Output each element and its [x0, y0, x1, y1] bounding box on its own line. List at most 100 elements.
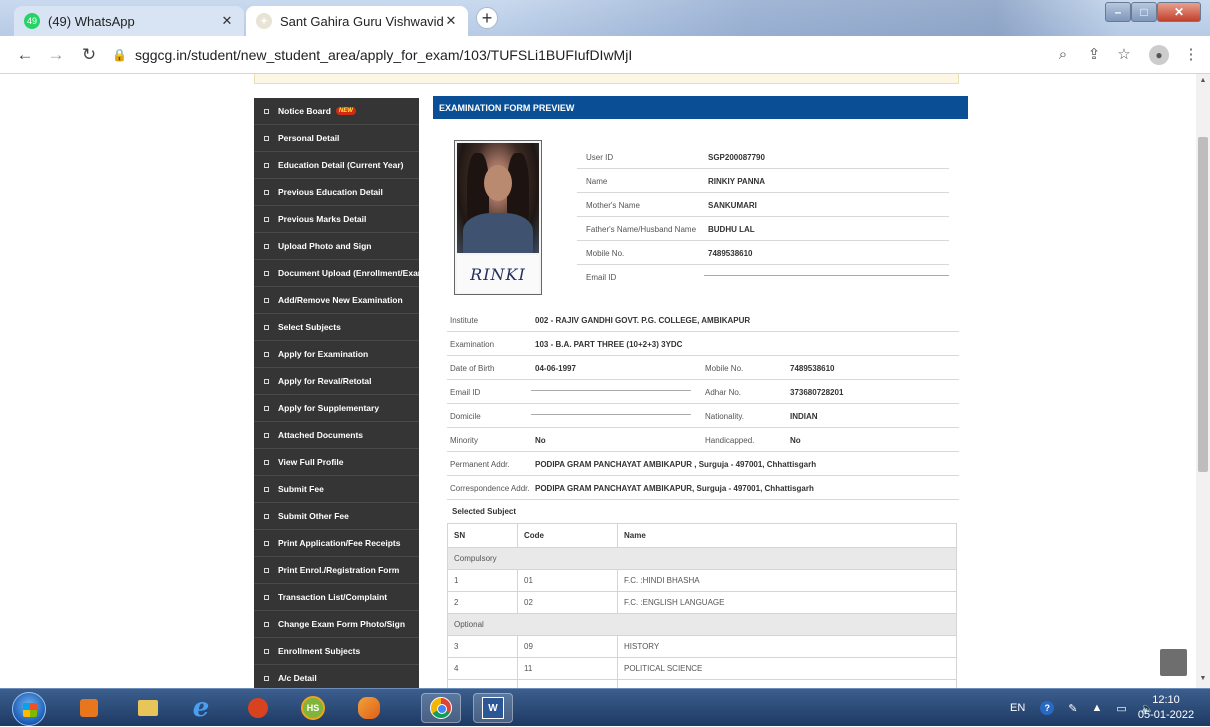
sidebar-item[interactable]: Submit Other Fee	[254, 503, 419, 530]
sidebar-item-label: Transaction List/Complaint	[278, 592, 388, 602]
scroll-up-icon[interactable]: ▲	[1196, 74, 1210, 88]
taskbar-media-player[interactable]	[74, 693, 104, 723]
sidebar-item[interactable]: Apply for Examination	[254, 341, 419, 368]
sidebar-item-label: Attached Documents	[278, 430, 364, 440]
sidebar-item[interactable]: Change Exam Form Photo/Sign	[254, 611, 419, 638]
taskbar-app-red[interactable]	[243, 693, 273, 723]
table-header-row: SN Code Name	[447, 523, 957, 548]
cell-sn: 4	[447, 657, 518, 680]
field-label: Email ID	[450, 388, 481, 397]
field-value: 103 - B.A. PART THREE (10+2+3) 3YDC	[535, 340, 683, 349]
tab-whatsapp[interactable]: 49 (49) WhatsApp ✕	[14, 6, 244, 36]
zoom-icon[interactable]: ⌕	[1052, 44, 1074, 66]
taskbar-file-explorer[interactable]	[133, 693, 163, 723]
clock-time: 12:10	[1152, 694, 1180, 706]
sidebar-item[interactable]: A/c Detail	[254, 665, 419, 688]
pen-icon[interactable]: ✎	[1068, 702, 1077, 715]
media-player-icon	[80, 699, 98, 717]
forward-icon[interactable]: →	[45, 44, 67, 66]
square-bullet-icon	[264, 378, 269, 384]
tab-university[interactable]: ✦ Sant Gahira Guru Vishwavidyalay ✕	[246, 6, 468, 36]
sidebar-item-label: Upload Photo and Sign	[278, 241, 372, 251]
sidebar-item-label: Previous Education Detail	[278, 187, 383, 197]
square-bullet-icon	[264, 189, 269, 195]
sidebar-item[interactable]: Attached Documents	[254, 422, 419, 449]
page-scrollbar[interactable]: ▲ ▼	[1196, 74, 1210, 688]
clock-date: 05-01-2022	[1137, 709, 1195, 721]
floating-action-button[interactable]	[1160, 649, 1187, 676]
network-icon[interactable]: ▭	[1116, 702, 1126, 715]
field-value: No	[535, 436, 546, 445]
field-label: Nationality.	[705, 412, 744, 421]
lock-icon[interactable]: 🔒	[112, 48, 127, 62]
sidebar-item[interactable]: Notice Board NEW	[254, 98, 419, 125]
maximize-button[interactable]: □	[1131, 2, 1157, 22]
scroll-down-icon[interactable]: ▼	[1196, 672, 1210, 686]
bookmark-star-icon[interactable]: ☆	[1113, 44, 1135, 66]
language-indicator[interactable]: EN	[1010, 702, 1025, 714]
square-bullet-icon	[264, 648, 269, 654]
sidebar-item[interactable]: Submit Fee	[254, 476, 419, 503]
group-label: Optional	[447, 613, 957, 636]
sidebar-item-label: A/c Detail	[278, 673, 317, 683]
sidebar-item[interactable]: Add/Remove New Examination	[254, 287, 419, 314]
square-bullet-icon	[264, 432, 269, 438]
field-label: Name	[586, 177, 608, 186]
tab-title: (49) WhatsApp	[48, 13, 135, 29]
sidebar-item[interactable]: View Full Profile	[254, 449, 419, 476]
sidebar-item[interactable]: Print Application/Fee Receipts	[254, 530, 419, 557]
close-icon[interactable]: ✕	[444, 13, 458, 29]
sidebar-item-label: Personal Detail	[278, 133, 340, 143]
sidebar-item[interactable]: Previous Education Detail	[254, 179, 419, 206]
field-value-empty	[704, 275, 949, 276]
reload-icon[interactable]: ↻	[78, 44, 100, 66]
student-side-menu: Notice Board NEW Personal Detail Education …	[254, 98, 428, 688]
sidebar-item[interactable]: Transaction List/Complaint	[254, 584, 419, 611]
share-icon[interactable]: ⇪	[1083, 44, 1105, 66]
field-value: 7489538610	[790, 364, 835, 373]
sidebar-item[interactable]: Enrollment Subjects	[254, 638, 419, 665]
profile-avatar[interactable]: ●	[1148, 44, 1170, 66]
sidebar-item[interactable]: Apply for Reval/Retotal	[254, 368, 419, 395]
sidebar-item[interactable]: Print Enrol./Registration Form	[254, 557, 419, 584]
sidebar-item[interactable]: Previous Marks Detail	[254, 206, 419, 233]
sidebar-item[interactable]: Apply for Supplementary	[254, 395, 419, 422]
taskbar-app-fox[interactable]	[354, 693, 384, 723]
sidebar-item-label: Education Detail (Current Year)	[278, 160, 404, 170]
menu-kebab-icon[interactable]: ⋮	[1180, 44, 1202, 66]
square-bullet-icon	[264, 216, 269, 222]
field-label: User ID	[586, 153, 614, 162]
help-icon[interactable]: ?	[1040, 701, 1055, 715]
taskbar-hs-app[interactable]: HS	[298, 693, 328, 723]
start-button[interactable]	[12, 692, 46, 726]
url-text[interactable]: sggcg.in/student/new_student_area/apply_…	[135, 47, 632, 63]
sidebar-item[interactable]: Upload Photo and Sign	[254, 233, 419, 260]
taskbar-internet-explorer[interactable]: e	[186, 693, 216, 723]
square-bullet-icon	[264, 324, 269, 330]
taskbar-word[interactable]: W	[473, 693, 513, 723]
scroll-thumb[interactable]	[1198, 137, 1208, 472]
field-value: 373680728201	[790, 388, 844, 397]
back-icon[interactable]: ←	[14, 44, 36, 66]
cell-code: 09	[517, 635, 618, 658]
window-close-button[interactable]: ✕	[1157, 2, 1201, 22]
sidebar-item[interactable]: Personal Detail	[254, 125, 419, 152]
show-hidden-icons[interactable]: ▲	[1092, 702, 1103, 714]
field-label: Institute	[450, 316, 479, 325]
new-tab-button[interactable]: +	[476, 7, 498, 29]
field-label: Mother's Name	[586, 201, 640, 210]
taskbar-chrome[interactable]	[421, 693, 461, 723]
taskbar-clock[interactable]: 12:10 05-01-2022	[1130, 693, 1202, 723]
field-label: Adhar No.	[705, 388, 742, 397]
field-value: 7489538610	[708, 249, 753, 258]
sidebar-item[interactable]: Select Subjects	[254, 314, 419, 341]
chrome-icon	[430, 697, 452, 719]
sidebar-item[interactable]: Education Detail (Current Year)	[254, 152, 419, 179]
address-bar[interactable]: 🔒 sggcg.in/student/new_student_area/appl…	[112, 42, 1142, 68]
group-label: Compulsory	[447, 547, 957, 570]
sidebar-item[interactable]: Document Upload (Enrollment/Exam)	[254, 260, 428, 287]
minimize-button[interactable]: –	[1105, 2, 1131, 22]
table-row	[447, 679, 957, 688]
close-icon[interactable]: ✕	[220, 13, 234, 29]
table-row: 1 01 F.C. :HINDI BHASHA	[447, 569, 957, 592]
